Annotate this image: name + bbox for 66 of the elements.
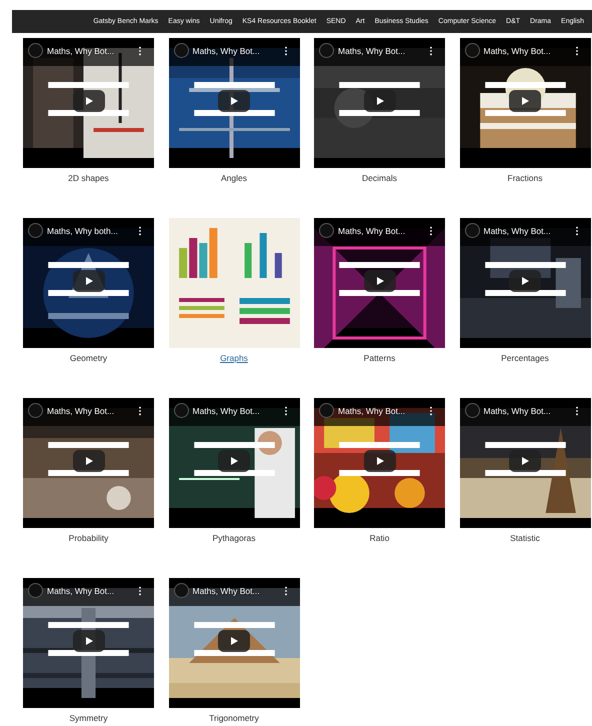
- play-icon: [229, 96, 239, 106]
- video-title[interactable]: Maths, Why Bot...: [338, 46, 425, 56]
- caption-link[interactable]: Graphs: [220, 353, 248, 364]
- video-title[interactable]: Maths, Why Bot...: [484, 46, 570, 56]
- more-icon[interactable]: [138, 406, 142, 416]
- caption: 2D shapes: [68, 173, 109, 184]
- more-icon[interactable]: [574, 226, 578, 236]
- play-button[interactable]: [72, 630, 104, 652]
- caption: Angles: [221, 173, 247, 184]
- play-button[interactable]: [72, 450, 104, 472]
- caption: Statistic: [510, 533, 540, 544]
- more-icon[interactable]: [429, 46, 433, 56]
- video-title[interactable]: Maths, Why Bot...: [338, 226, 425, 236]
- play-button[interactable]: [218, 450, 250, 472]
- caption: Percentages: [501, 353, 549, 364]
- more-icon[interactable]: [138, 226, 142, 236]
- play-icon: [84, 456, 94, 466]
- more-icon[interactable]: [574, 406, 578, 416]
- more-icon[interactable]: [284, 406, 288, 416]
- caption: Decimals: [362, 173, 397, 184]
- video-title[interactable]: Maths, Why Bot...: [192, 586, 280, 596]
- play-icon: [229, 456, 239, 466]
- caption: Patterns: [364, 353, 396, 364]
- video-title[interactable]: Maths, Why Bot...: [484, 226, 570, 236]
- play-button[interactable]: [364, 270, 396, 292]
- play-icon: [84, 636, 94, 646]
- video-title[interactable]: Maths, Why Bot...: [47, 406, 134, 416]
- play-icon: [520, 96, 530, 106]
- more-icon[interactable]: [429, 406, 433, 416]
- play-icon: [374, 456, 384, 466]
- play-button[interactable]: [509, 90, 541, 112]
- caption: Ratio: [370, 533, 390, 544]
- caption: Pythagoras: [212, 533, 256, 544]
- more-icon[interactable]: [284, 46, 288, 56]
- play-icon: [520, 456, 530, 466]
- play-icon: [84, 96, 94, 106]
- more-icon[interactable]: [138, 46, 142, 56]
- video-title[interactable]: Maths, Why Bot...: [47, 586, 134, 596]
- video-title[interactable]: Maths, Why Bot...: [192, 406, 280, 416]
- play-button[interactable]: [509, 270, 541, 292]
- caption: Trigonometry: [209, 713, 259, 724]
- play-button[interactable]: [364, 90, 396, 112]
- video-title[interactable]: Maths, Why Bot...: [192, 46, 280, 56]
- play-icon: [374, 96, 384, 106]
- video-title[interactable]: Maths, Why Bot...: [484, 406, 570, 416]
- more-icon[interactable]: [138, 586, 142, 596]
- more-icon[interactable]: [429, 226, 433, 236]
- play-button[interactable]: [364, 450, 396, 472]
- play-button[interactable]: [218, 630, 250, 652]
- more-icon[interactable]: [284, 586, 288, 596]
- play-button[interactable]: [72, 90, 104, 112]
- video-title[interactable]: Maths, Why both...: [47, 226, 134, 236]
- play-icon: [229, 636, 239, 646]
- play-button[interactable]: [509, 450, 541, 472]
- caption: Geometry: [70, 353, 108, 364]
- more-icon[interactable]: [574, 46, 578, 56]
- play-button[interactable]: [72, 270, 104, 292]
- play-icon: [374, 276, 384, 286]
- caption: Symmetry: [69, 713, 108, 724]
- video-title[interactable]: Maths, Why Bot...: [338, 406, 425, 416]
- play-button[interactable]: [218, 90, 250, 112]
- caption: Probability: [68, 533, 108, 544]
- video-title[interactable]: Maths, Why Bot...: [47, 46, 134, 56]
- caption: Fractions: [508, 173, 542, 184]
- play-icon: [84, 276, 94, 286]
- play-icon: [520, 276, 530, 286]
